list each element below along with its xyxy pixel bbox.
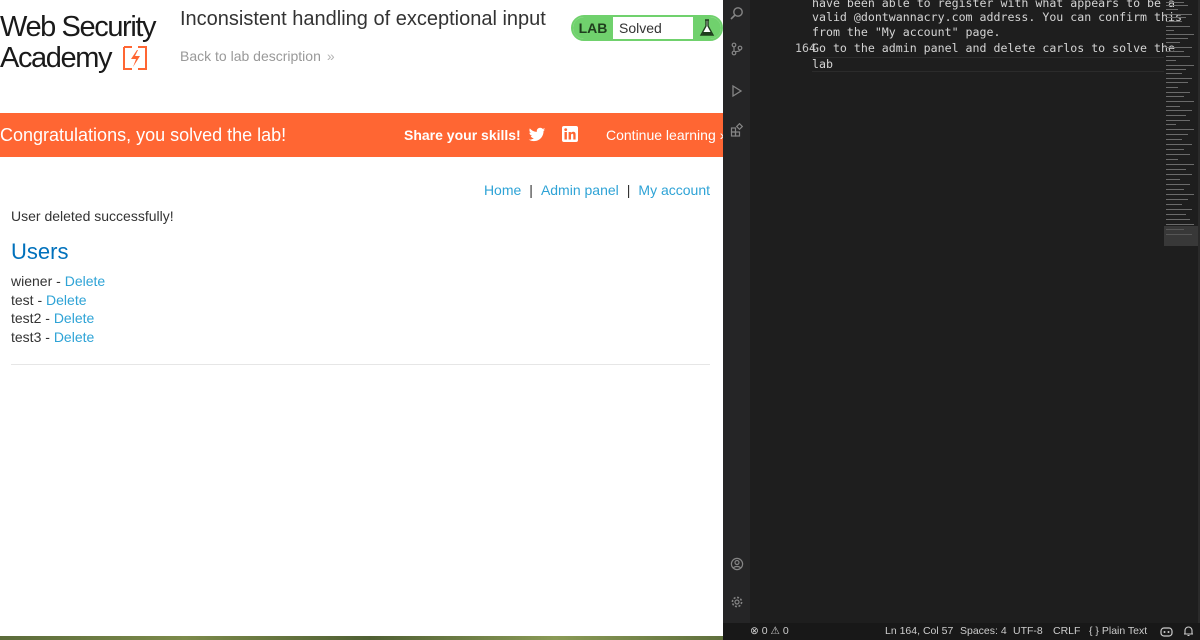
- back-to-lab-description-link[interactable]: Back to lab description »: [180, 48, 335, 64]
- extensions-icon[interactable]: [730, 123, 744, 137]
- code-line: lab: [812, 57, 833, 71]
- activity-bar: [723, 0, 750, 623]
- problems-indicator[interactable]: ⊗ 0 ⚠ 0: [750, 625, 789, 637]
- accounts-icon[interactable]: [730, 557, 744, 571]
- nav-separator: |: [626, 182, 631, 198]
- settings-gear-icon[interactable]: [730, 595, 744, 609]
- congratulations-message: Congratulations, you solved the lab!: [0, 125, 287, 145]
- web-security-academy-logo[interactable]: Web Security Academy: [0, 11, 170, 75]
- code-editor: have been able to register with what app…: [723, 0, 1200, 623]
- continue-learning-link[interactable]: Continue learning»: [606, 127, 723, 143]
- academy-bolt-icon: [123, 46, 147, 70]
- warning-count: 0: [782, 625, 789, 637]
- copilot-icon[interactable]: [1160, 625, 1173, 640]
- lab-solved-banner: Congratulations, you solved the lab! Sha…: [0, 113, 723, 157]
- nav-admin-panel-link[interactable]: Admin panel: [541, 182, 619, 198]
- lab-title: Inconsistent handling of exceptional inp…: [180, 8, 546, 30]
- cursor-position[interactable]: Ln 164, Col 57: [885, 625, 953, 637]
- nav-separator: |: [529, 182, 533, 198]
- user-separator: -: [41, 310, 54, 326]
- current-line-highlight: [812, 57, 1164, 72]
- logo-text-line1: Web Security: [0, 11, 157, 43]
- double-chevron-right-icon: »: [326, 48, 335, 64]
- notifications-bell-icon[interactable]: [1183, 625, 1194, 640]
- user-row: wiener - Delete: [11, 272, 105, 291]
- lab-flask-icon: [693, 17, 721, 39]
- error-icon: ⊗: [750, 625, 759, 637]
- language-mode[interactable]: { } Plain Text: [1089, 625, 1147, 637]
- warning-icon: ⚠: [770, 625, 780, 637]
- delete-user-link[interactable]: Delete: [54, 310, 94, 326]
- logo-text-line2: Academy: [0, 42, 112, 74]
- twitter-icon[interactable]: [528, 126, 546, 144]
- user-name: test: [11, 291, 34, 308]
- top-nav: Home | Admin panel | My account: [484, 182, 710, 198]
- line-number: 164: [795, 41, 816, 55]
- delete-user-link[interactable]: Delete: [65, 273, 105, 289]
- delete-user-link[interactable]: Delete: [54, 329, 94, 345]
- back-link-label: Back to lab description: [180, 48, 321, 64]
- nav-my-account-link[interactable]: My account: [638, 182, 710, 198]
- lab-status-widget: LAB Solved: [571, 15, 723, 41]
- share-skills-label: Share your skills!: [404, 127, 521, 143]
- search-icon[interactable]: [730, 6, 744, 20]
- linkedin-icon[interactable]: [562, 126, 578, 142]
- user-name: wiener: [11, 273, 53, 289]
- user-row: test3 - Delete: [11, 328, 105, 347]
- source-control-icon[interactable]: [730, 42, 744, 56]
- delete-user-link[interactable]: Delete: [46, 292, 86, 308]
- user-separator: -: [33, 291, 47, 308]
- error-count: 0: [761, 625, 768, 637]
- lab-tag: LAB: [573, 17, 613, 39]
- eol-setting[interactable]: CRLF: [1053, 625, 1080, 637]
- user-row: test - Delete: [11, 291, 105, 310]
- user-name: test3: [11, 328, 42, 345]
- editor-text-area[interactable]: have been able to register with what app…: [750, 0, 1182, 623]
- encoding-setting[interactable]: UTF-8: [1013, 625, 1043, 637]
- minimap[interactable]: [1164, 0, 1198, 250]
- code-line: Go to the admin panel and delete carlos …: [812, 41, 1175, 55]
- code-line: valid @dontwannacry.com address. You can…: [812, 10, 1182, 24]
- user-name: test2: [11, 310, 42, 326]
- user-separator: -: [41, 328, 54, 345]
- continue-learning-label: Continue learning: [606, 127, 716, 143]
- indentation-setting[interactable]: Spaces: 4: [960, 625, 1007, 637]
- language-label: Plain Text: [1101, 625, 1148, 637]
- users-list: wiener - Delete test - Delete test2 - De…: [11, 272, 105, 346]
- status-bar: ⊗ 0 ⚠ 0 Ln 164, Col 57 Spaces: 4 UTF-8 C…: [723, 623, 1200, 640]
- flash-message: User deleted successfully!: [11, 208, 174, 224]
- user-row: test2 - Delete: [11, 309, 105, 328]
- browser-viewport: Web Security Academy Inconsistent handli…: [0, 0, 723, 636]
- lab-status-text: Solved: [619, 20, 662, 36]
- run-debug-icon[interactable]: [730, 84, 744, 98]
- user-separator: -: [52, 273, 65, 289]
- braces-icon: { }: [1089, 625, 1099, 637]
- desktop-wallpaper-strip: [0, 636, 740, 640]
- users-heading: Users: [11, 239, 69, 264]
- content-divider: [11, 364, 710, 365]
- code-line: from the "My account" page.: [812, 25, 1001, 39]
- nav-home-link[interactable]: Home: [484, 182, 521, 198]
- code-line: have been able to register with what app…: [812, 0, 1175, 10]
